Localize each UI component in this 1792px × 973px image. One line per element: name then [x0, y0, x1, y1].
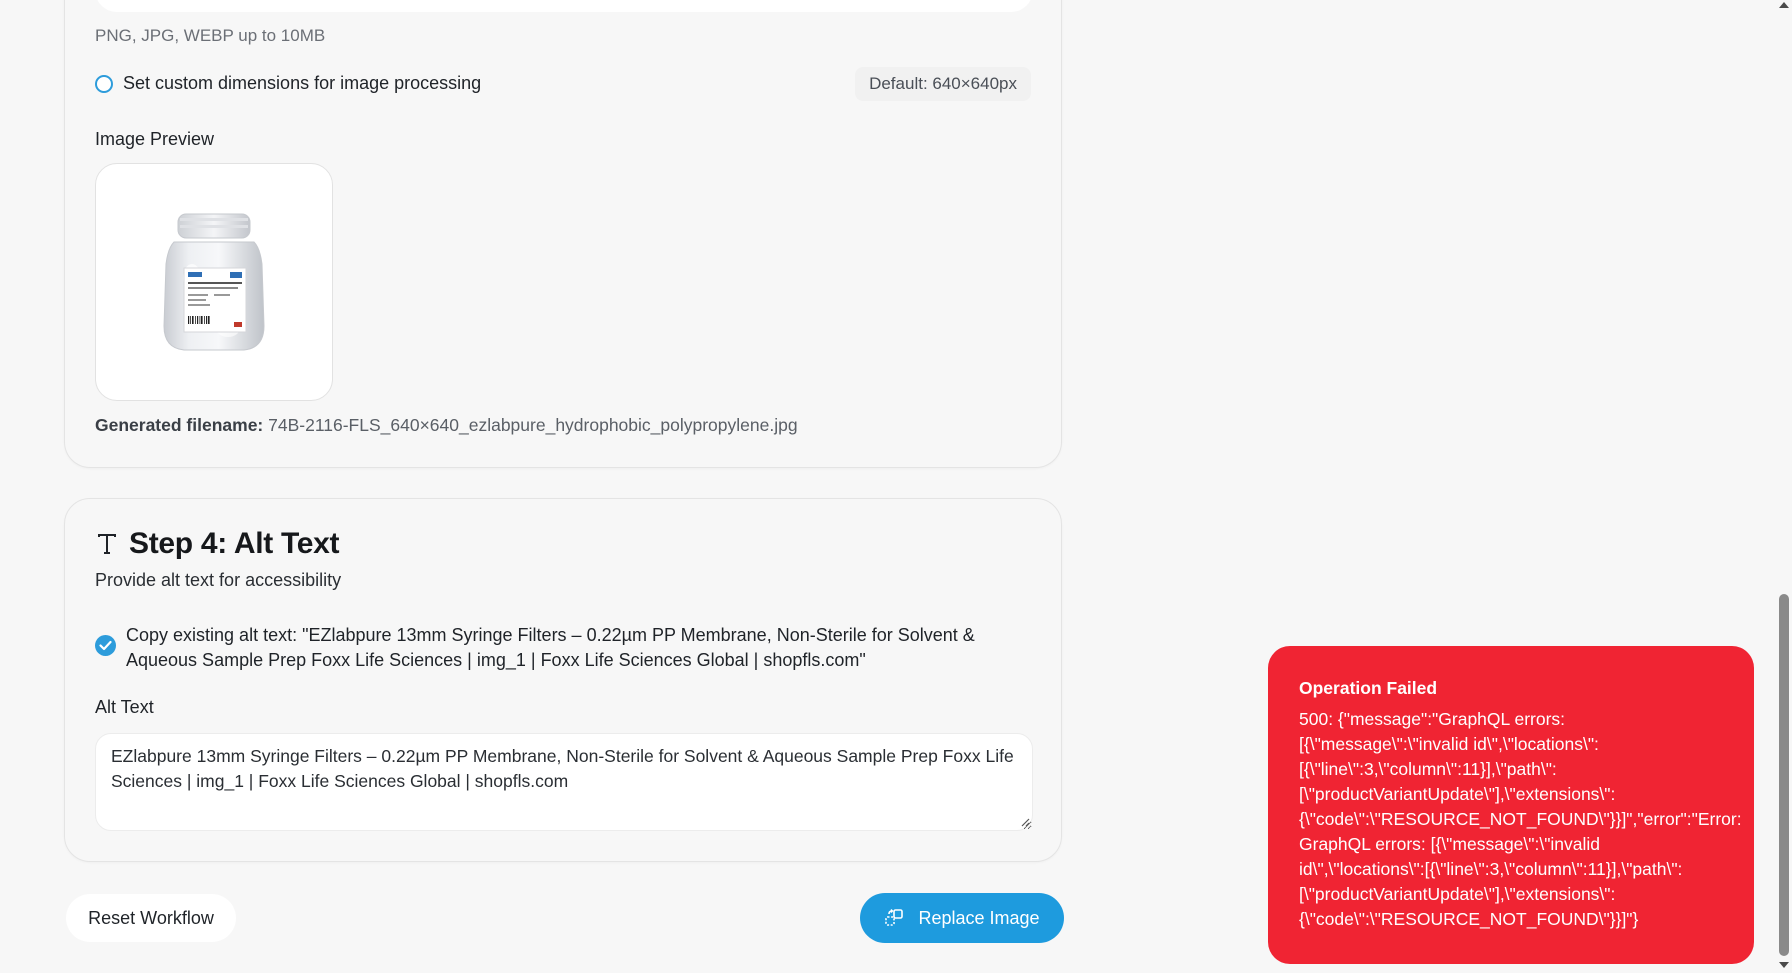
replace-image-icon — [885, 909, 904, 926]
upload-dropzone[interactable] — [95, 0, 1033, 12]
step-title: Step 4: Alt Text — [129, 527, 340, 560]
custom-dimensions-option[interactable]: Set custom dimensions for image processi… — [95, 73, 481, 94]
scroll-down-arrow-icon[interactable] — [1779, 962, 1789, 968]
replace-image-label: Replace Image — [918, 907, 1040, 928]
step-subtitle: Provide alt text for accessibility — [95, 570, 342, 590]
product-jar-image — [163, 213, 265, 351]
toast-title: Operation Failed — [1299, 678, 1438, 698]
reset-workflow-button[interactable]: Reset Workflow — [66, 894, 236, 942]
page: PNG, JPG, WEBP up to 10MB Set custom dim… — [0, 0, 1792, 973]
text-icon — [95, 530, 119, 558]
custom-dimensions-radio[interactable] — [95, 74, 113, 93]
copy-alt-text-label: Copy existing alt text: "EZlabpure 13mm … — [126, 625, 975, 670]
scroll-up-arrow-icon[interactable] — [1779, 2, 1789, 8]
step-header: Step 4: Alt Text — [95, 527, 340, 561]
alt-text-step-card: Step 4: Alt Text Provide alt text for ac… — [64, 498, 1062, 862]
alt-text-input[interactable]: EZlabpure 13mm Syringe Filters – 0.22µm … — [95, 733, 1033, 831]
copy-alt-text-checkbox[interactable] — [95, 635, 116, 656]
copy-alt-text-option[interactable]: Copy existing alt text: "EZlabpure 13mm … — [95, 623, 1025, 673]
custom-dimensions-label: Set custom dimensions for image processi… — [123, 73, 482, 93]
replace-image-button[interactable]: Replace Image — [860, 893, 1064, 943]
checkmark-icon — [99, 640, 112, 651]
image-preview — [95, 163, 333, 401]
error-toast[interactable]: Operation Failed 500: {"message":"GraphQ… — [1268, 646, 1754, 964]
page-scrollbar[interactable] — [1776, 0, 1792, 973]
scrollbar-thumb[interactable] — [1779, 594, 1789, 956]
alt-text-label: Alt Text — [95, 697, 154, 717]
toast-message: 500: {"message":"GraphQL errors: [{\"mes… — [1299, 709, 1742, 929]
generated-filename-value: 74B-2116-FLS_640×640_ezlabpure_hydrophob… — [268, 415, 798, 435]
default-dimensions-badge: Default: 640×640px — [855, 67, 1031, 101]
generated-filename: Generated filename: 74B-2116-FLS_640×640… — [95, 415, 798, 436]
generated-filename-label: Generated filename: — [95, 415, 264, 435]
upload-step-card: PNG, JPG, WEBP up to 10MB Set custom dim… — [64, 0, 1062, 468]
image-preview-label: Image Preview — [95, 129, 215, 149]
upload-hint: PNG, JPG, WEBP up to 10MB — [95, 26, 326, 45]
resize-handle-icon[interactable] — [1020, 817, 1030, 827]
